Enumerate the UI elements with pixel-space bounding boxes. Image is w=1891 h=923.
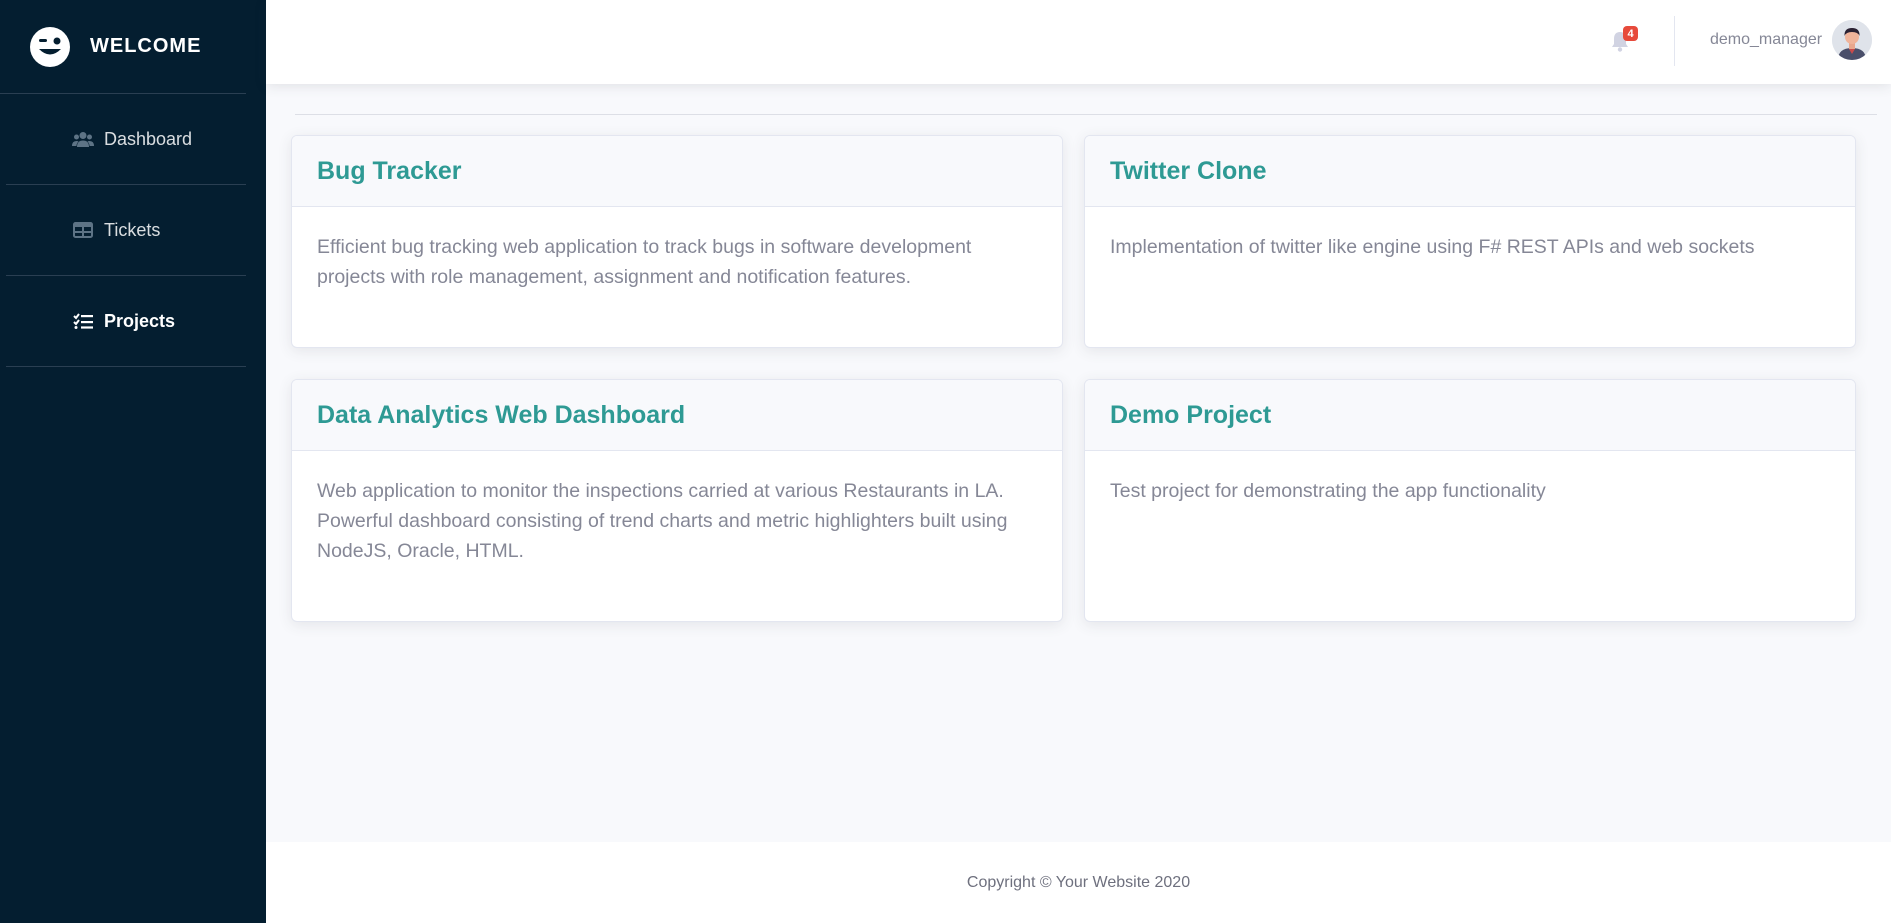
sidebar-item-tickets[interactable]: Tickets [6, 185, 246, 276]
notifications-button[interactable]: 4 [1609, 26, 1638, 54]
notification-count-badge: 4 [1623, 26, 1638, 41]
avatar [1832, 20, 1873, 60]
project-description: Test project for demonstrating the app f… [1110, 480, 1546, 502]
users-icon [72, 130, 94, 148]
brand-title: WELCOME [90, 35, 202, 57]
project-title-link[interactable]: Demo Project [1110, 401, 1271, 430]
project-title-link[interactable]: Data Analytics Web Dashboard [317, 401, 685, 430]
sidebar: WELCOME Dashboard Tickets Projects [0, 0, 266, 923]
sidebar-item-dashboard[interactable]: Dashboard [6, 94, 246, 185]
project-title-link[interactable]: Twitter Clone [1110, 157, 1266, 186]
card-header: Bug Tracker [292, 136, 1062, 207]
topbar: 4 demo_manager [266, 0, 1891, 84]
winking-face-icon [30, 26, 70, 67]
copyright-text: Copyright © Your Website 2020 [966, 873, 1191, 891]
card-header: Demo Project [1085, 380, 1855, 451]
project-description: Implementation of twitter like engine us… [1110, 236, 1755, 258]
task-list-icon [72, 312, 94, 330]
project-card: Data Analytics Web Dashboard Web applica… [291, 379, 1063, 622]
sidebar-item-projects[interactable]: Projects [6, 276, 246, 367]
sidebar-item-label: Projects [104, 310, 176, 331]
project-title-link[interactable]: Bug Tracker [317, 157, 462, 186]
project-card: Bug Tracker Efficient bug tracking web a… [291, 135, 1063, 348]
sidebar-brand[interactable]: WELCOME [0, 0, 246, 94]
sidebar-item-label: Tickets [104, 219, 161, 240]
table-icon [72, 221, 94, 239]
card-header: Data Analytics Web Dashboard [292, 380, 1062, 451]
project-description: Web application to monitor the inspectio… [317, 480, 1008, 562]
card-header: Twitter Clone [1085, 136, 1855, 207]
project-card: Twitter Clone Implementation of twitter … [1084, 135, 1856, 348]
topbar-divider [1674, 16, 1675, 66]
content-divider [295, 114, 1877, 115]
sidebar-item-label: Dashboard [104, 128, 193, 149]
username: demo_manager [1710, 31, 1823, 48]
project-card: Demo Project Test project for demonstrat… [1084, 379, 1856, 622]
footer: Copyright © Your Website 2020 [266, 842, 1891, 923]
user-menu[interactable]: demo_manager [1710, 18, 1873, 62]
project-description: Efficient bug tracking web application t… [317, 236, 972, 288]
